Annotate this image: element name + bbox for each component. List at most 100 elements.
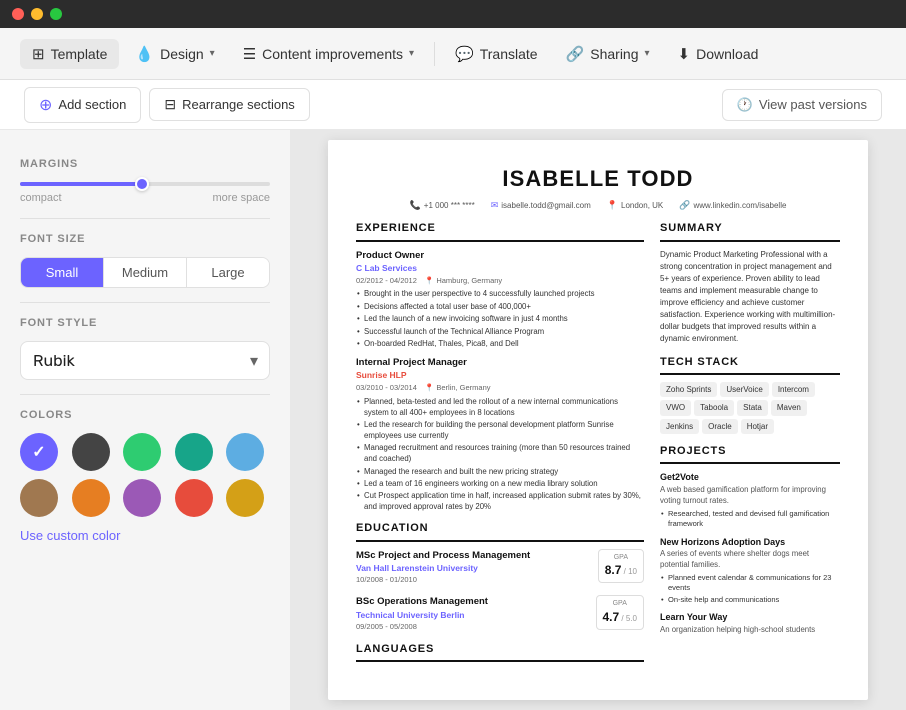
nav-divider-1 — [434, 42, 435, 66]
font-size-medium-button[interactable]: Medium — [104, 258, 187, 287]
project-0-title: Get2Vote — [660, 471, 840, 484]
color-swatch-tan[interactable] — [20, 479, 58, 517]
separator-3 — [20, 394, 270, 395]
job-1-meta: 02/2012 - 04/2012 📍 Hamburg, Germany — [356, 276, 644, 287]
experience-section-title: EXPERIENCE — [356, 221, 644, 241]
job-2-meta: 03/2010 - 03/2014 📍 Berlin, Germany — [356, 383, 644, 394]
job-1-bullet-3: Led the launch of a new invoicing softwa… — [356, 314, 644, 325]
colors-grid — [20, 433, 270, 517]
translate-icon: 💬 — [455, 45, 474, 63]
toolbar: ⊕ Add section ⊟ Rearrange sections 🕐 Vie… — [0, 80, 906, 130]
resume-header: ISABELLE TODD 📞 +1 000 *** **** ✉ isabel… — [356, 164, 840, 211]
separator-1 — [20, 218, 270, 219]
color-swatch-blue[interactable] — [20, 433, 58, 471]
tech-stack-section-title: TECH STACK — [660, 355, 840, 375]
slider-fill — [20, 182, 140, 186]
project-1-bullet-1: On-site help and communications — [660, 595, 840, 606]
edu-1-gpa-total: / 10 — [624, 567, 637, 576]
edu-2-degree: BSc Operations Management — [356, 595, 488, 608]
nav-template[interactable]: ⊞ Template — [20, 39, 119, 69]
title-bar — [0, 0, 906, 28]
color-swatch-gold[interactable] — [226, 479, 264, 517]
project-0: Get2Vote A web based gamification platfo… — [660, 471, 840, 529]
edu-2-gpa-total: / 5.0 — [621, 614, 637, 623]
job-1-title: Product Owner — [356, 249, 644, 262]
design-dropdown-icon: ▾ — [210, 48, 215, 59]
job-1-company: C Lab Services — [356, 263, 644, 275]
color-swatch-red[interactable] — [175, 479, 213, 517]
resume-contact: 📞 +1 000 *** **** ✉ isabelle.todd@gmail.… — [356, 199, 840, 212]
nav-download[interactable]: ⬇ Download — [666, 39, 771, 69]
color-swatch-dark[interactable] — [72, 433, 110, 471]
nav-translate[interactable]: 💬 Translate — [443, 39, 550, 69]
custom-color-link[interactable]: Use custom color — [20, 528, 120, 543]
separator-2 — [20, 302, 270, 303]
rearrange-sections-button[interactable]: ⊟ Rearrange sections — [149, 88, 309, 121]
color-swatch-teal[interactable] — [175, 433, 213, 471]
font-size-small-button[interactable]: Small — [21, 258, 104, 287]
color-swatch-purple[interactable] — [123, 479, 161, 517]
project-0-desc: A web based gamification platform for im… — [660, 485, 840, 507]
slider-labels: compact more space — [20, 192, 270, 204]
edu-1-date: 10/2008 - 01/2010 — [356, 575, 530, 586]
color-swatch-lightblue[interactable] — [226, 433, 264, 471]
project-1-desc: A series of events where shelter dogs me… — [660, 549, 840, 571]
edu-1-gpa-box: GPA 8.7 / 10 — [598, 549, 644, 584]
summary-text: Dynamic Product Marketing Professional w… — [660, 249, 840, 345]
design-icon: 💧 — [135, 45, 154, 63]
edu-2-gpa-value: 4.7 — [603, 610, 620, 624]
nav-bar: ⊞ Template 💧 Design ▾ ☰ Content improvem… — [0, 28, 906, 80]
job-1-bullet-1: Brought in the user perspective to 4 suc… — [356, 289, 644, 300]
slider-track[interactable] — [20, 182, 270, 186]
resume-left-column: EXPERIENCE Product Owner C Lab Services … — [356, 221, 644, 669]
maximize-dot[interactable] — [50, 8, 62, 20]
add-section-icon: ⊕ — [39, 95, 52, 115]
color-swatch-orange[interactable] — [72, 479, 110, 517]
nav-sharing[interactable]: 🔗 Sharing ▾ — [554, 39, 662, 69]
languages-section-title: LANGUAGES — [356, 642, 644, 662]
education-section-title: EDUCATION — [356, 521, 644, 541]
slider-compact-label: compact — [20, 192, 62, 204]
sharing-icon: 🔗 — [566, 45, 585, 63]
font-select[interactable]: Rubik Arial Georgia — [20, 341, 270, 380]
rearrange-label: Rearrange sections — [182, 97, 295, 112]
font-select-wrapper: Rubik Arial Georgia ▾ — [20, 341, 270, 380]
add-section-button[interactable]: ⊕ Add section — [24, 87, 141, 123]
nav-design[interactable]: 💧 Design ▾ — [123, 39, 226, 69]
linkedin-icon: 🔗 — [679, 199, 690, 212]
main-content: MARGINS compact more space FONT SIZE Sma… — [0, 130, 906, 710]
margins-slider-container: compact more space — [20, 182, 270, 204]
font-size-group: Small Medium Large — [20, 257, 270, 288]
nav-content-label: Content improvements — [262, 46, 403, 62]
tech-tag-8: Oracle — [702, 419, 738, 434]
edu-2-date: 09/2005 - 05/2008 — [356, 622, 488, 633]
font-size-large-button[interactable]: Large — [187, 258, 269, 287]
nav-translate-label: Translate — [480, 46, 538, 62]
location-icon: 📍 — [607, 199, 618, 212]
project-2-desc: An organization helping high-school stud… — [660, 625, 840, 636]
contact-location: 📍 London, UK — [607, 199, 663, 212]
slider-thumb[interactable] — [135, 177, 149, 191]
template-icon: ⊞ — [32, 45, 45, 63]
nav-content[interactable]: ☰ Content improvements ▾ — [231, 39, 426, 69]
job-1-bullet-4: Successful launch of the Technical Allia… — [356, 327, 644, 338]
job-1-bullet-2: Decisions affected a total user base of … — [356, 302, 644, 313]
edu-1-school: Van Hall Larenstein University — [356, 563, 530, 575]
job-2-bullet-5: Led a team of 16 engineers working on a … — [356, 479, 644, 490]
edu-2-gpa-label: GPA — [603, 599, 638, 609]
edu-2-gpa-box: GPA 4.7 / 5.0 — [596, 595, 645, 630]
job-1: Product Owner C Lab Services 02/2012 - 0… — [356, 249, 644, 350]
job-2-location: 📍 Berlin, Germany — [425, 383, 491, 394]
tech-tag-2: Intercom — [772, 382, 815, 397]
job-1-bullet-5: On-boarded RedHat, Thales, Pica8, and De… — [356, 339, 644, 350]
phone-icon: 📞 — [410, 199, 421, 212]
summary-section-title: SUMMARY — [660, 221, 840, 241]
color-swatch-green[interactable] — [123, 433, 161, 471]
edu-1-gpa-label: GPA — [605, 553, 637, 563]
past-versions-button[interactable]: 🕐 View past versions — [722, 89, 882, 121]
close-dot[interactable] — [12, 8, 24, 20]
resume-name: ISABELLE TODD — [356, 164, 840, 195]
minimize-dot[interactable] — [31, 8, 43, 20]
tech-tag-5: Stata — [737, 400, 768, 415]
nav-download-label: Download — [696, 46, 758, 62]
